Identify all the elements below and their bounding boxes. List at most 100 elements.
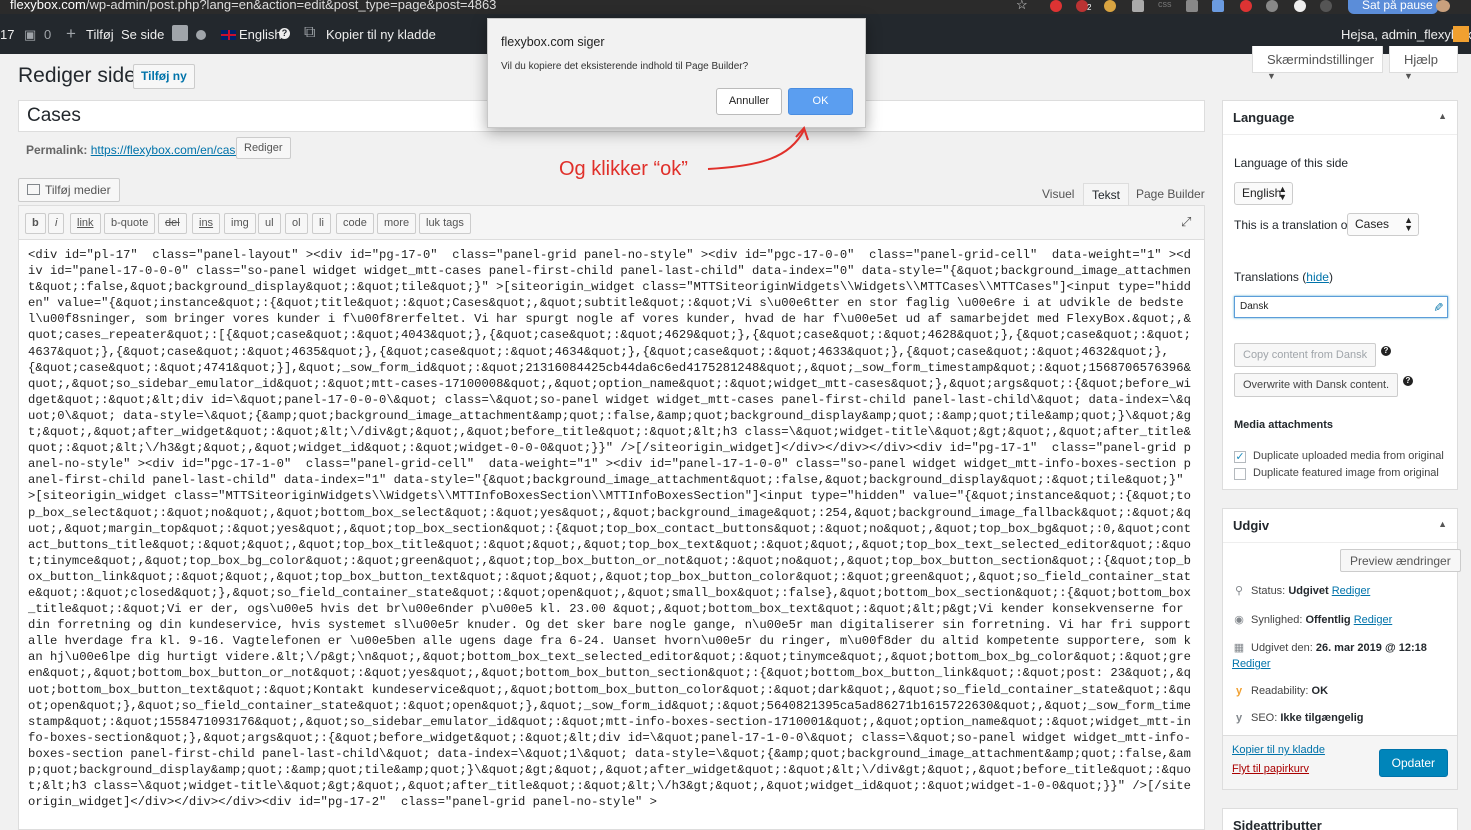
yoast-icon[interactable] <box>172 25 188 41</box>
page-attributes-title: Sideattributter <box>1233 818 1322 830</box>
doc-extension-icon[interactable] <box>1132 0 1144 12</box>
move-to-trash-link[interactable]: Flyt til papirkurv <box>1232 763 1309 775</box>
quicktag-ins[interactable]: ins <box>192 213 221 234</box>
language-box: Language ▲ Language of this side English ▲… <box>1222 100 1458 490</box>
help-tab-button[interactable]: Hjælp ▼ <box>1389 46 1458 81</box>
help-tab-label: Hjælp <box>1404 52 1438 67</box>
select-arrows-icon: ▲ ▼ <box>1404 215 1413 233</box>
power-extension-icon[interactable] <box>1240 0 1252 12</box>
pencil-icon[interactable]: ✎ <box>1431 302 1445 312</box>
css-extension-icon[interactable]: css <box>1158 0 1172 9</box>
view-page-link[interactable]: Se side <box>121 27 164 42</box>
published-value: 26. mar 2019 @ 12:18 <box>1315 642 1427 654</box>
bookmark-star-icon[interactable]: ☆ <box>1016 0 1028 13</box>
quicktag-ol[interactable]: ol <box>285 213 308 234</box>
copy-to-draft-link[interactable]: Kopier til ny kladde <box>1232 744 1325 756</box>
quicktag-del[interactable]: del <box>158 213 187 234</box>
tab-page-builder[interactable]: Page Builder <box>1128 183 1213 207</box>
edit-status-link[interactable]: Rediger <box>1332 585 1371 597</box>
add-new-menu[interactable]: Tilføj <box>86 27 114 42</box>
url-host: flexybox.com <box>10 0 86 12</box>
dialog-ok-button[interactable]: OK <box>788 88 853 115</box>
quicktag-more[interactable]: more <box>377 213 417 234</box>
translation-input[interactable]: Dansk ✎ <box>1234 296 1448 318</box>
comments-count[interactable]: 0 <box>44 27 51 42</box>
add-media-button[interactable]: Tilføj medier <box>18 178 120 202</box>
copy-content-button[interactable]: Copy content from Dansk <box>1234 343 1377 367</box>
user-avatar[interactable] <box>1453 26 1469 42</box>
fullscreen-icon[interactable]: ⤢ <box>1181 215 1194 228</box>
uk-flag-icon <box>221 30 236 40</box>
copy-to-draft-link[interactable]: Kopier til ny kladde <box>326 27 436 42</box>
content-textarea[interactable]: <div id="pl-17" class="panel-layout" ><d… <box>19 241 1204 830</box>
publish-box-header[interactable]: Udgiv ▲ <box>1223 509 1457 543</box>
language-select[interactable]: English ▲ ▼ <box>1234 182 1293 205</box>
profile-avatar[interactable] <box>1436 0 1450 12</box>
updates-count[interactable]: 17 <box>0 27 14 42</box>
screen-extension-icon[interactable] <box>1212 0 1224 12</box>
quicktag-img[interactable]: img <box>224 213 256 234</box>
collapse-arrow-icon[interactable]: ▲ <box>1438 519 1447 529</box>
plus-icon[interactable]: + <box>66 24 76 44</box>
user-greeting[interactable]: Hejsa, admin_flexybox <box>1341 27 1471 42</box>
quicktag-code[interactable]: code <box>336 213 374 234</box>
status-row: ⚲ Status: Udgivet Rediger <box>1232 584 1370 597</box>
quicktag-link[interactable]: link <box>70 213 101 234</box>
help-icon[interactable]: ? <box>1381 346 1391 356</box>
annotation-arrow-icon <box>707 126 809 170</box>
visibility-value: Offentlig <box>1305 614 1351 626</box>
pin-icon: ⚲ <box>1234 585 1244 597</box>
language-box-header[interactable]: Language ▲ <box>1223 101 1457 135</box>
quicktag-bold[interactable]: b <box>25 213 46 234</box>
yoast-readability-icon: y <box>1235 685 1243 697</box>
copy-icon[interactable]: ⧉ <box>304 24 315 42</box>
add-new-button[interactable]: Tilføj ny <box>133 64 195 89</box>
quicktag-ul[interactable]: ul <box>258 213 281 234</box>
comment-icon[interactable]: ▣ <box>24 27 36 43</box>
duplicate-uploaded-checkbox[interactable]: ✓ <box>1234 451 1246 463</box>
overwrite-content-button[interactable]: Overwrite with Dansk content. <box>1234 373 1399 397</box>
help-icon[interactable]: ? <box>279 28 290 39</box>
quicktag-italic[interactable]: i <box>48 213 65 234</box>
edit-visibility-link[interactable]: Rediger <box>1354 614 1393 626</box>
sync-paused-button[interactable]: Sat på pause <box>1348 0 1438 14</box>
dialog-cancel-button[interactable]: Annuller <box>716 88 782 115</box>
cookie-extension-icon[interactable] <box>1104 0 1116 12</box>
permalink-url[interactable]: https://flexybox.com/en/cases/ <box>91 143 252 157</box>
preview-changes-button[interactable]: Preview ændringer <box>1340 549 1461 572</box>
media-icon <box>27 184 40 195</box>
page-attributes-header[interactable]: Sideattributter <box>1223 809 1457 830</box>
circle-extension-icon[interactable] <box>1294 0 1306 12</box>
duplicate-featured-label: Duplicate featured image from original <box>1253 467 1439 479</box>
permalink-edit-button[interactable]: Rediger <box>236 137 291 159</box>
help-icon[interactable]: ? <box>1403 376 1413 386</box>
quicktag-li[interactable]: li <box>312 213 331 234</box>
duplicate-featured-checkbox[interactable] <box>1234 468 1246 480</box>
tab-text[interactable]: Tekst <box>1083 183 1130 207</box>
add-media-label: Tilføj medier <box>45 183 111 197</box>
language-switcher[interactable]: English <box>221 27 282 42</box>
seo-row: y SEO: Ikke tilgængelig <box>1232 712 1364 724</box>
edit-date-link[interactable]: Rediger <box>1232 658 1271 670</box>
seo-label: SEO: <box>1251 712 1278 724</box>
tab-visual[interactable]: Visuel <box>1034 183 1082 207</box>
status-value: Udgivet <box>1288 585 1329 597</box>
quicktags-toolbar: b i link b-quote del ins img ul ol li co… <box>19 206 1204 240</box>
gear-extension-icon[interactable] <box>1266 0 1278 12</box>
quicktag-blockquote[interactable]: b-quote <box>104 213 156 234</box>
collapse-arrow-icon[interactable]: ▲ <box>1438 111 1447 121</box>
permalink-row: Permalink: https://flexybox.com/en/cases… <box>26 137 291 159</box>
translations-label: Translations (hide) <box>1234 270 1333 284</box>
update-button[interactable]: Opdater <box>1378 749 1448 777</box>
translation-of-select[interactable]: Cases ▲ ▼ <box>1347 213 1419 236</box>
camera-extension-icon[interactable] <box>1186 0 1198 12</box>
wordpress-extension-icon[interactable] <box>1320 0 1332 12</box>
extension-icon[interactable] <box>1050 0 1062 12</box>
screen-options-button[interactable]: Skærmindstillinger ▼ <box>1252 46 1383 81</box>
translations-label-text: Translations <box>1234 270 1299 284</box>
hide-translations-link[interactable]: hide <box>1306 270 1329 284</box>
duplicate-uploaded-label: Duplicate uploaded media from original <box>1253 450 1444 462</box>
quicktag-close-tags[interactable]: luk tags <box>419 213 471 234</box>
readability-row: y Readability: OK <box>1232 685 1328 697</box>
address-bar[interactable]: flexybox.com/wp-admin/post.php?lang=en&a… <box>10 0 496 12</box>
